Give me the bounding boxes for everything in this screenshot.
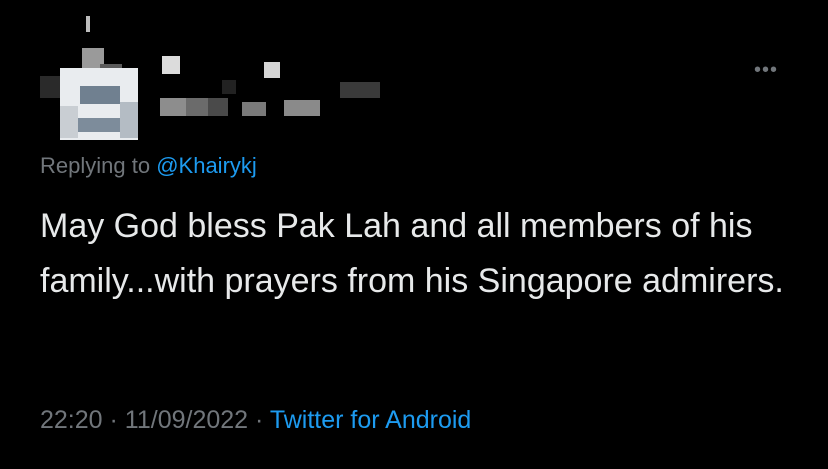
reply-prefix: Replying to	[40, 153, 151, 178]
tweet-source-link[interactable]: Twitter for Android	[270, 406, 471, 434]
author-name-redacted[interactable]	[160, 56, 390, 122]
reply-context: Replying to @Khairykj	[40, 153, 257, 179]
tweet-metadata: 22:20 · 11/09/2022 · Twitter for Android	[40, 406, 471, 435]
avatar-redacted[interactable]	[40, 16, 140, 144]
separator-dot: ·	[255, 406, 264, 434]
separator-dot: ·	[109, 406, 118, 434]
reply-handle-link[interactable]: @Khairykj	[156, 153, 257, 178]
tweet-text: May God bless Pak Lah and all members of…	[40, 207, 784, 300]
tweet-time[interactable]: 22:20	[40, 406, 103, 434]
more-horizontal-icon[interactable]: •••	[754, 60, 778, 80]
tweet-date[interactable]: 11/09/2022	[125, 406, 248, 434]
